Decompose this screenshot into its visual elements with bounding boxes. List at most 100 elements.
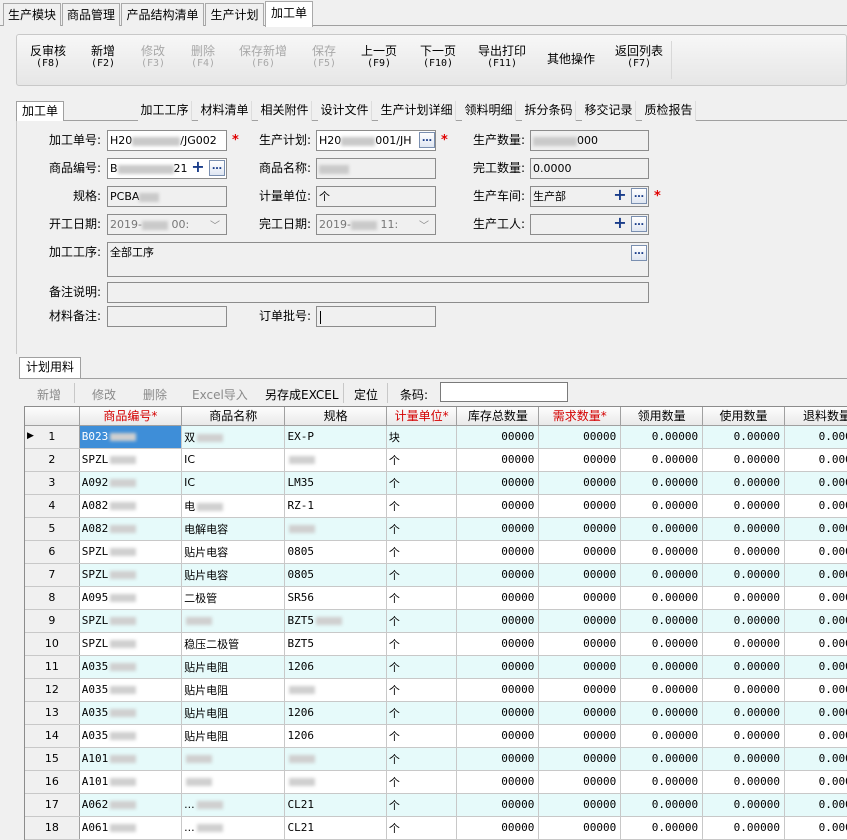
- unaudit-button[interactable]: 反审核 (F8): [28, 44, 68, 70]
- cell-used-qty[interactable]: 0.00000: [702, 816, 785, 840]
- cell-required-qty[interactable]: 00000: [538, 816, 622, 840]
- cell-issued-qty[interactable]: 0.00000: [620, 747, 704, 771]
- cell-issued-qty[interactable]: 0.00000: [620, 724, 704, 748]
- cell-issued-qty[interactable]: 0.00000: [620, 448, 704, 472]
- cell-used-qty[interactable]: 0.00000: [702, 448, 785, 472]
- cell-product-name[interactable]: ...: [181, 793, 286, 817]
- cell-used-qty[interactable]: 0.00000: [702, 471, 785, 495]
- cell-stock-total[interactable]: 00000: [456, 701, 540, 725]
- doc-tab-attachments[interactable]: 相关附件: [258, 101, 312, 121]
- save-button[interactable]: 保存 (F5): [309, 44, 339, 70]
- cell-unit[interactable]: 块: [386, 425, 458, 449]
- cell-used-qty[interactable]: 0.00000: [702, 747, 785, 771]
- cell-spec[interactable]: LM35: [284, 471, 387, 495]
- cell-unit[interactable]: 个: [386, 724, 458, 748]
- doc-tab-plan-detail[interactable]: 生产计划详细: [378, 101, 456, 121]
- cell-unit[interactable]: 个: [386, 632, 458, 656]
- row-number[interactable]: 6: [25, 540, 80, 564]
- row-number[interactable]: 11: [25, 655, 80, 679]
- cell-returned-qty[interactable]: 0.00000: [784, 586, 847, 610]
- table-row[interactable]: 11 A035 贴片电阻 1206 个 00000 00000 0.00000 0.00000 0…: [25, 655, 847, 679]
- cell-used-qty[interactable]: 0.00000: [702, 724, 785, 748]
- row-number[interactable]: ▶ 1: [25, 425, 80, 449]
- cell-product-name[interactable]: 双: [181, 425, 286, 449]
- col-header-returned-qty[interactable]: 退料数量: [784, 407, 847, 426]
- table-row[interactable]: 8 A095 二极管 SR56 个 00000 00000 0.00000 0.00000 0.0…: [25, 586, 847, 610]
- plan-field[interactable]: H20 001/JH: [316, 130, 436, 151]
- col-header-issued-qty[interactable]: 领用数量: [620, 407, 704, 426]
- cell-product-name[interactable]: 电: [181, 494, 286, 518]
- product-add-button[interactable]: +: [191, 159, 205, 175]
- row-number[interactable]: 2: [25, 448, 80, 472]
- worker-lookup-button[interactable]: …: [631, 216, 647, 232]
- cell-product-code[interactable]: SPZL: [79, 609, 183, 633]
- cell-product-name[interactable]: 贴片电容: [181, 563, 286, 587]
- cell-used-qty[interactable]: 0.00000: [702, 425, 785, 449]
- cell-unit[interactable]: 个: [386, 793, 458, 817]
- save-new-button[interactable]: 保存新增 (F6): [237, 44, 289, 70]
- cell-required-qty[interactable]: 00000: [538, 701, 622, 725]
- cell-spec[interactable]: CL21: [284, 793, 387, 817]
- cell-issued-qty[interactable]: 0.00000: [620, 678, 704, 702]
- cell-used-qty[interactable]: 0.00000: [702, 586, 785, 610]
- cell-returned-qty[interactable]: 0.00000: [784, 540, 847, 564]
- chevron-down-icon[interactable]: ﹀: [210, 217, 220, 234]
- cell-spec[interactable]: 1206: [284, 724, 387, 748]
- doc-tab-qc-report[interactable]: 质检报告: [642, 101, 696, 121]
- cell-stock-total[interactable]: 00000: [456, 563, 540, 587]
- cell-used-qty[interactable]: 0.00000: [702, 655, 785, 679]
- export-print-button[interactable]: 导出打印 (F11): [476, 44, 528, 70]
- cell-unit[interactable]: 个: [386, 655, 458, 679]
- cell-unit[interactable]: 个: [386, 517, 458, 541]
- cell-stock-total[interactable]: 00000: [456, 632, 540, 656]
- cell-product-code[interactable]: A101: [79, 747, 183, 771]
- cell-product-name[interactable]: ...: [181, 816, 286, 840]
- cell-product-name[interactable]: IC: [181, 471, 286, 495]
- cell-unit[interactable]: 个: [386, 770, 458, 794]
- cell-product-name[interactable]: 电解电容: [181, 517, 286, 541]
- cell-spec[interactable]: CL21: [284, 816, 387, 840]
- table-row[interactable]: 9SPZLBZT5个00000000000.000000.000000.0000…: [25, 609, 847, 633]
- cell-required-qty[interactable]: 00000: [538, 517, 622, 541]
- cell-required-qty[interactable]: 00000: [538, 770, 622, 794]
- table-row[interactable]: 16A101个00000000000.000000.000000.00000: [25, 770, 847, 794]
- cell-returned-qty[interactable]: 0.00000: [784, 816, 847, 840]
- cell-used-qty[interactable]: 0.00000: [702, 701, 785, 725]
- table-row[interactable]: 4A082电RZ-1个00000000000.000000.000000.000…: [25, 494, 847, 518]
- worker-add-button[interactable]: +: [613, 215, 627, 231]
- cell-issued-qty[interactable]: 0.00000: [620, 517, 704, 541]
- plan-delete-button[interactable]: 删除: [143, 386, 167, 403]
- cell-returned-qty[interactable]: 0.00000: [784, 724, 847, 748]
- cell-product-name[interactable]: IC: [181, 448, 286, 472]
- remark-field[interactable]: [107, 282, 649, 303]
- cell-spec[interactable]: [284, 678, 387, 702]
- new-button[interactable]: 新增 (F2): [88, 44, 118, 70]
- cell-unit[interactable]: 个: [386, 494, 458, 518]
- doc-tab-process[interactable]: 加工工序: [138, 101, 192, 121]
- process-lookup-button[interactable]: …: [631, 245, 647, 261]
- col-header-product-name[interactable]: 商品名称: [181, 407, 286, 426]
- cell-required-qty[interactable]: 00000: [538, 563, 622, 587]
- unit-field[interactable]: 个: [316, 186, 436, 207]
- cell-returned-qty[interactable]: 0.00000: [784, 632, 847, 656]
- row-number[interactable]: 17: [25, 793, 80, 817]
- cell-required-qty[interactable]: 00000: [538, 632, 622, 656]
- cell-used-qty[interactable]: 0.00000: [702, 563, 785, 587]
- cell-product-code[interactable]: A101: [79, 770, 183, 794]
- cell-required-qty[interactable]: 00000: [538, 425, 622, 449]
- cell-product-name[interactable]: 贴片电阻: [181, 678, 286, 702]
- cell-product-code[interactable]: A095: [79, 586, 183, 610]
- cell-product-code[interactable]: A082: [79, 517, 183, 541]
- delete-button[interactable]: 删除 (F4): [188, 44, 218, 70]
- product-lookup-button[interactable]: …: [209, 160, 225, 176]
- cell-required-qty[interactable]: 00000: [538, 655, 622, 679]
- row-number[interactable]: 14: [25, 724, 80, 748]
- cell-spec[interactable]: SR56: [284, 586, 387, 610]
- cell-stock-total[interactable]: 00000: [456, 540, 540, 564]
- cell-stock-total[interactable]: 00000: [456, 770, 540, 794]
- row-number[interactable]: 10: [25, 632, 80, 656]
- order-no-field[interactable]: H20/JG002: [107, 130, 227, 151]
- cell-spec[interactable]: EX-P: [284, 425, 387, 449]
- cell-used-qty[interactable]: 0.00000: [702, 793, 785, 817]
- cell-required-qty[interactable]: 00000: [538, 609, 622, 633]
